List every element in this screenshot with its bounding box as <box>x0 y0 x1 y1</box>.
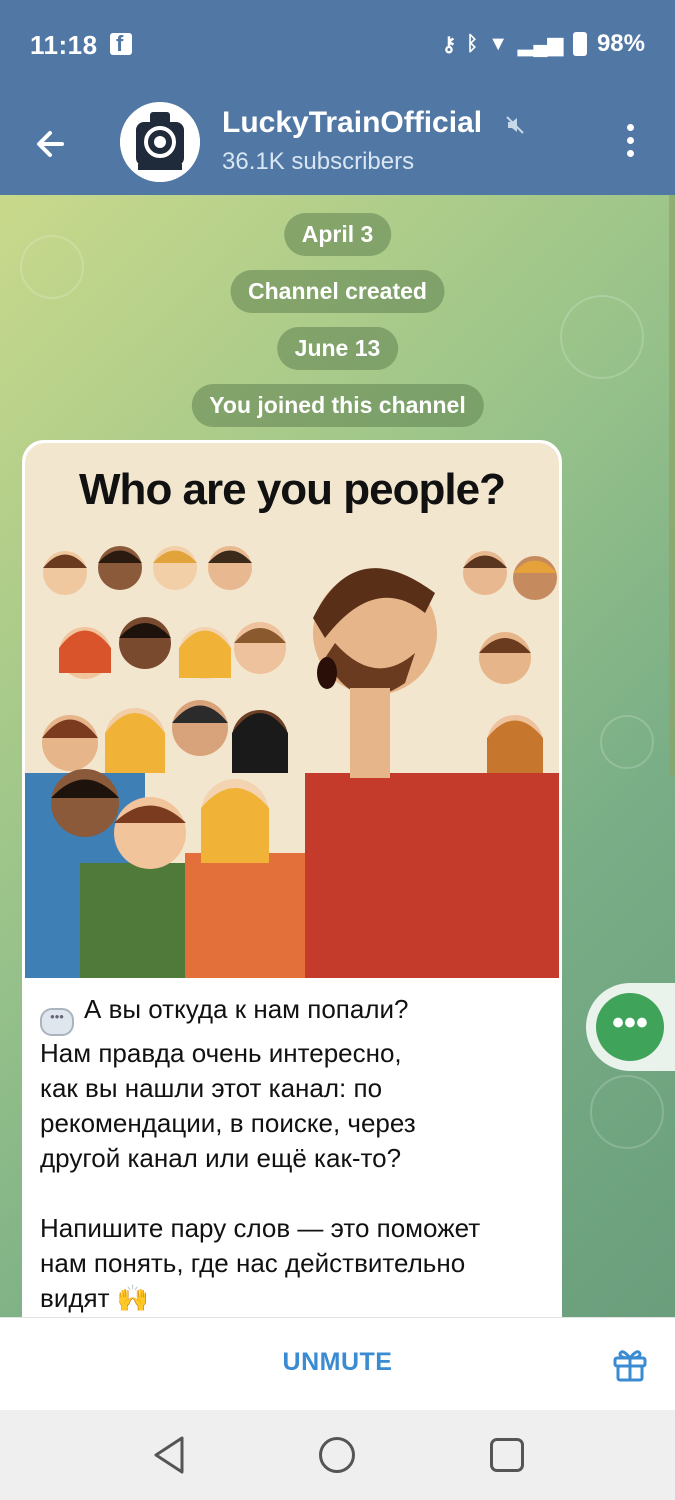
background-doodle <box>590 1075 664 1149</box>
battery-level: 98% <box>596 30 645 57</box>
back-arrow-icon[interactable] <box>32 124 72 164</box>
post-text-line-1: А вы откуда к нам попали? <box>84 994 409 1024</box>
status-icons: ⚷ ᛒ ▼ ▂▄▆ 98% <box>442 30 645 58</box>
service-message: You joined this channel <box>191 384 484 427</box>
post-text-line-2: Нам правда очень интересно, <box>40 1038 402 1068</box>
subscriber-count: 36.1K subscribers <box>222 148 415 175</box>
wifi-icon: ▼ <box>488 32 509 55</box>
nav-back-icon[interactable] <box>150 1434 190 1476</box>
more-options-icon[interactable] <box>620 124 640 164</box>
post-text-line-7: нам понять, где нас действительно <box>40 1248 466 1278</box>
bluetooth-icon: ᛒ <box>466 32 479 55</box>
post-text-line-5: другой канал или ещё как-то? <box>40 1143 402 1173</box>
post-text-line-8: видят 🙌 <box>40 1283 150 1313</box>
gift-icon[interactable] <box>610 1344 650 1384</box>
date-separator: April 3 <box>283 213 392 256</box>
comments-button[interactable]: ••• <box>596 993 664 1061</box>
muted-speaker-icon <box>506 116 524 134</box>
battery-icon <box>572 32 587 56</box>
post-text-spacer <box>40 1176 550 1211</box>
background-doodle <box>20 235 84 299</box>
post-text: ••• А вы откуда к нам попали? Нам правда … <box>40 992 550 1316</box>
status-time: 11:18 <box>30 30 98 60</box>
bottom-bar: UNMUTE <box>0 1317 675 1411</box>
channel-post[interactable]: Who are you people? ••• А вы откуда к на… <box>22 440 562 1317</box>
signal-icon: ▂▄▆ <box>518 33 563 56</box>
nav-home-icon[interactable] <box>319 1437 355 1473</box>
scrollbar[interactable] <box>669 195 675 775</box>
chat-area[interactable]: April 3 Channel created June 13 You join… <box>0 195 675 1317</box>
date-separator: June 13 <box>276 327 399 370</box>
crowd-illustration <box>25 546 559 978</box>
post-text-line-3: как вы нашли этот канал: по <box>40 1073 383 1103</box>
nav-recents-icon[interactable] <box>490 1438 524 1472</box>
fab-container: ••• <box>586 983 675 1071</box>
post-text-line: ••• А вы откуда к нам попали? <box>40 992 550 1036</box>
post-text-line-6: Напишите пару слов — это поможет <box>40 1213 481 1243</box>
speech-bubble-icon: ••• <box>40 1008 74 1036</box>
unmute-button[interactable]: UNMUTE <box>0 1348 675 1377</box>
post-text-line-4: рекомендации, в поиске, через <box>40 1108 416 1138</box>
channel-avatar[interactable] <box>120 102 200 182</box>
facebook-icon <box>110 31 132 57</box>
key-icon: ⚷ <box>441 33 457 56</box>
background-doodle <box>560 295 644 379</box>
chat-header: LuckyTrainOfficial 36.1K subscribers <box>0 90 675 195</box>
system-nav-bar <box>0 1410 675 1500</box>
service-message: Channel created <box>230 270 445 313</box>
background-doodle <box>600 715 654 769</box>
status-bar: 11:18 ⚷ ᛒ ▼ ▂▄▆ 98% <box>0 0 675 90</box>
post-image[interactable]: Who are you people? <box>25 443 559 978</box>
channel-title[interactable]: LuckyTrainOfficial <box>222 106 482 140</box>
